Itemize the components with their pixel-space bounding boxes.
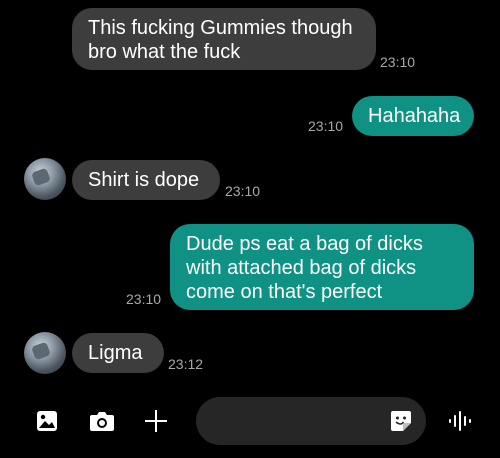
message-input[interactable]: [212, 409, 386, 435]
gallery-icon[interactable]: [34, 408, 60, 434]
message-timestamp: 23:10: [126, 291, 162, 307]
contact-avatar[interactable]: [24, 158, 66, 200]
camera-icon[interactable]: [88, 408, 116, 434]
plus-icon[interactable]: [143, 408, 169, 434]
contact-avatar[interactable]: [24, 332, 66, 374]
message-timestamp: 23:10: [308, 118, 344, 134]
message-timestamp: 23:10: [225, 183, 261, 199]
message-bubble-incoming[interactable]: Ligma: [72, 333, 164, 373]
voice-icon[interactable]: [446, 408, 474, 434]
message-bubble-incoming[interactable]: This fucking Gummies though bro what the…: [72, 8, 376, 70]
message-bubble-outgoing[interactable]: Hahahaha: [352, 96, 474, 136]
message-bubble-outgoing[interactable]: Dude ps eat a bag of dicks with attached…: [170, 224, 474, 310]
message-input-container[interactable]: [196, 397, 426, 445]
message-bubble-incoming[interactable]: Shirt is dope: [72, 160, 220, 200]
message-timestamp: 23:10: [380, 54, 416, 70]
sticker-icon[interactable]: [388, 408, 414, 434]
message-timestamp: 23:12: [168, 356, 204, 372]
